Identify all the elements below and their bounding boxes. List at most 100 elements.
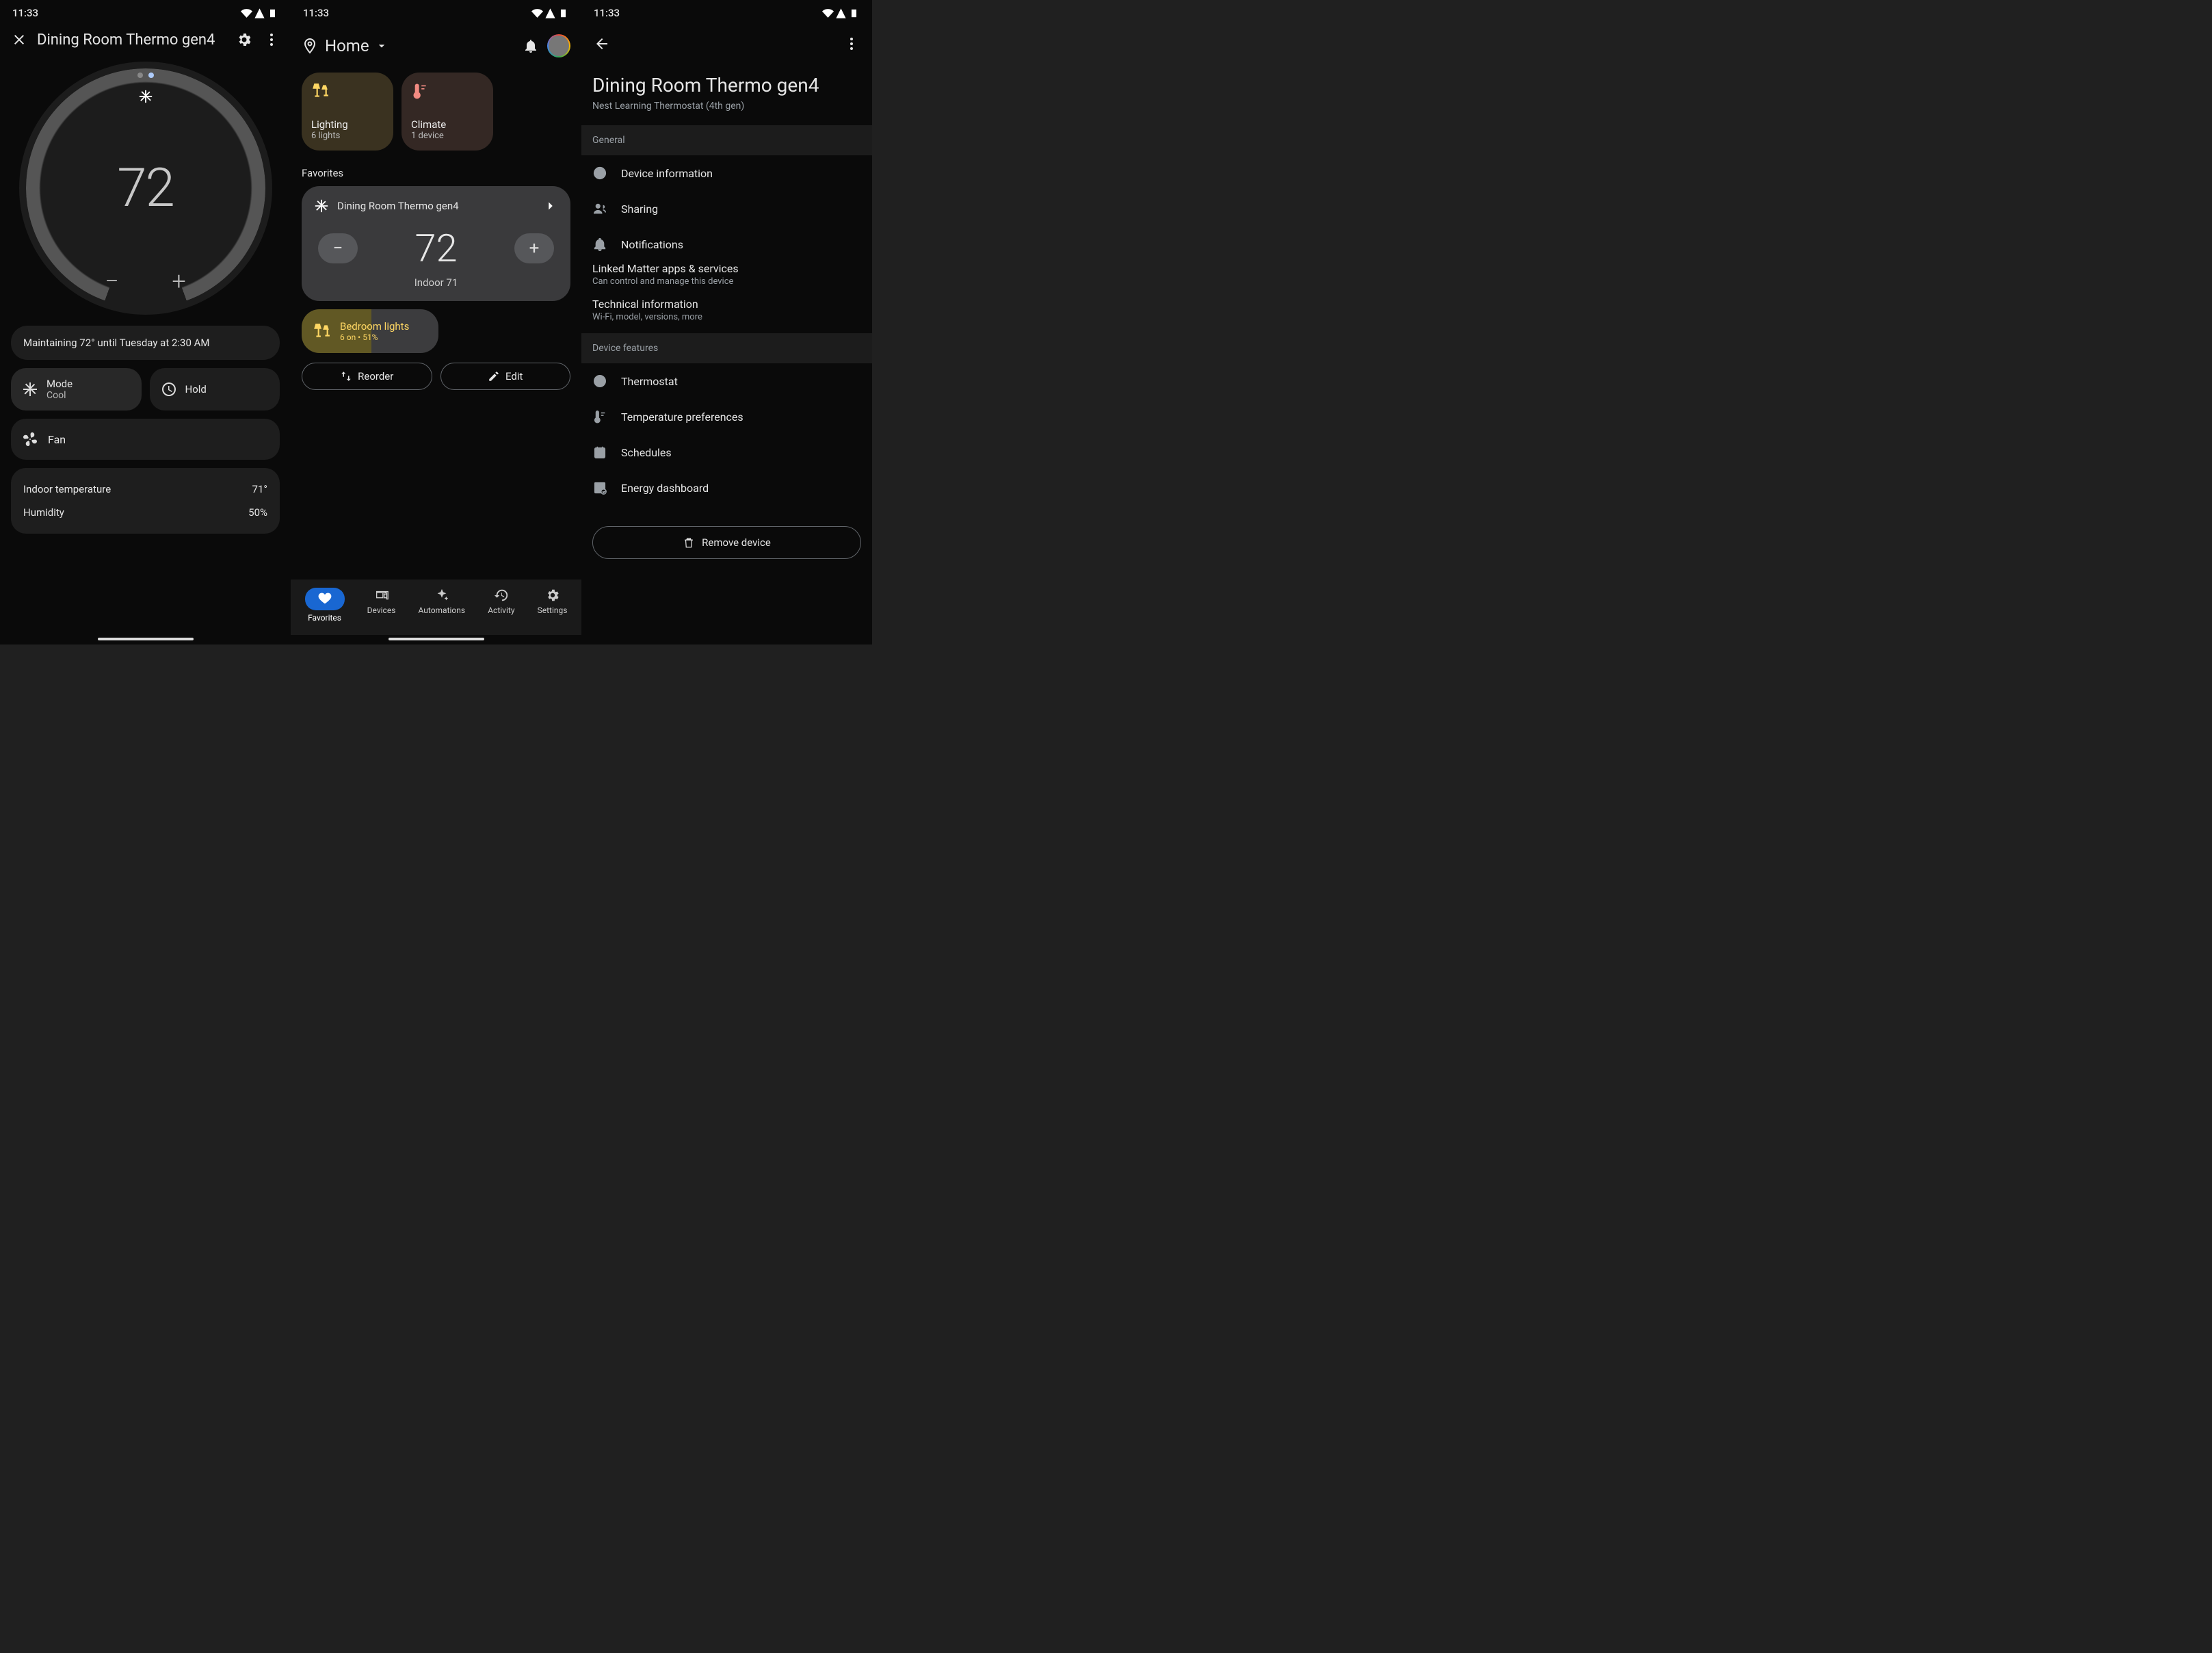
item-sublabel: Can control and manage this device [592,276,861,287]
calendar-icon [592,445,607,460]
target-temp: 72 [19,62,272,315]
thermostat-favorite-card[interactable]: Dining Room Thermo gen4 − 72 + Indoor 71 [302,186,570,301]
item-label: Notifications [621,238,683,251]
avatar[interactable] [547,34,570,57]
lighting-tile[interactable]: Lighting 6 lights [302,73,393,151]
stats-card: Indoor temperature 71° Humidity 50% [11,468,280,534]
header: Home [291,23,581,57]
thermo-name: Dining Room Thermo gen4 [337,200,459,212]
status-bar: 11:33 [291,0,581,23]
mode-label: Mode [47,378,73,390]
thermostat-dial[interactable]: 72 − + [19,62,272,315]
chart-icon [592,480,607,495]
chevron-right-icon [543,198,558,213]
snowflake-icon [22,381,38,398]
climate-sub: 1 device [411,131,484,141]
temp-down-button[interactable]: − [318,233,358,263]
item-thermostat[interactable]: 70 Thermostat [581,363,872,399]
tab-label: Favorites [308,613,341,623]
humidity-label: Humidity [23,506,64,519]
tab-label: Activity [488,606,514,615]
item-label: Thermostat [621,375,678,388]
status-icons [241,8,278,19]
gear-icon [545,588,560,603]
mode-card[interactable]: Mode Cool [11,368,142,411]
tab-automations[interactable]: Automations [419,588,466,623]
pencil-icon [488,370,500,382]
more-icon[interactable] [262,30,281,49]
remove-label: Remove device [702,536,771,549]
tab-favorites[interactable]: Favorites [305,588,345,623]
item-sublabel: Wi-Fi, model, versions, more [592,312,861,322]
tab-label: Automations [419,606,466,615]
page-title: Dining Room Thermo gen4 [37,31,226,49]
status-time: 11:33 [594,7,620,19]
page-title: Dining Room Thermo gen4 [592,74,861,96]
item-temp-preferences[interactable]: Temperature preferences [581,399,872,434]
trash-icon [683,536,695,549]
history-icon [494,588,509,603]
status-bar: 11:33 [0,0,291,23]
status-icons [822,8,860,19]
settings-icon[interactable] [235,30,254,49]
status-bar: 11:33 [581,0,872,23]
chevron-down-icon [375,39,389,53]
home-selector[interactable]: Home [325,36,514,55]
item-technical[interactable]: Technical information Wi-Fi, model, vers… [581,298,872,333]
status-time: 11:33 [303,7,329,19]
indoor-temp-label: Indoor temperature [23,483,111,495]
indoor-temp: Indoor 71 [314,276,558,289]
item-notifications[interactable]: Notifications [581,226,872,262]
nav-pill [98,638,194,640]
notifications-icon[interactable] [521,36,540,55]
item-label: Sharing [621,203,658,216]
snowflake-icon [314,198,329,213]
thermostat-icon: 70 [592,374,607,389]
home-screen: 11:33 Home Lighting 6 lights Climate [291,0,581,645]
climate-tile[interactable]: Climate 1 device [401,73,493,151]
temp-down-button[interactable]: − [105,267,119,296]
temp-up-button[interactable]: + [172,267,185,296]
item-energy[interactable]: Energy dashboard [581,470,872,506]
more-icon[interactable] [842,34,861,53]
tab-settings[interactable]: Settings [538,588,568,623]
section-features: Device features [581,333,872,363]
tab-activity[interactable]: Activity [488,588,514,623]
section-general: General [581,125,872,155]
remove-device-button[interactable]: Remove device [592,526,861,559]
item-label: Schedules [621,446,672,459]
lamp-icon [311,82,329,100]
lights-sub: 6 on • 51% [340,333,409,342]
tab-label: Settings [538,606,568,615]
edit-button[interactable]: Edit [440,363,571,390]
climate-label: Climate [411,118,484,131]
item-schedules[interactable]: Schedules [581,434,872,470]
status-message: Maintaining 72° until Tuesday at 2:30 AM [11,326,280,360]
tab-label: Devices [367,606,396,615]
lighting-label: Lighting [311,118,384,131]
heart-icon [317,590,332,606]
back-icon[interactable] [592,34,611,53]
close-icon[interactable] [10,30,29,49]
item-sharing[interactable]: Sharing [581,191,872,226]
humidity-value: 50% [248,506,267,519]
reorder-button[interactable]: Reorder [302,363,432,390]
thermometer-icon [592,409,607,424]
fan-icon [22,431,38,447]
reorder-icon [340,370,352,382]
item-device-information[interactable]: Device information [581,155,872,191]
sparkle-icon [434,588,449,603]
tab-devices[interactable]: Devices [367,588,396,623]
bedroom-lights-card[interactable]: Bedroom lights 6 on • 51% [302,309,438,353]
thermostat-detail-screen: 11:33 Dining Room Thermo gen4 72 − + Mai… [0,0,291,645]
device-settings-screen: 11:33 Dining Room Thermo gen4 Nest Learn… [581,0,872,645]
svg-text:70: 70 [597,378,603,385]
lights-label: Bedroom lights [340,320,409,333]
hold-card[interactable]: Hold [150,368,280,411]
thermometer-icon [411,82,429,100]
item-matter[interactable]: Linked Matter apps & services Can contro… [581,262,872,298]
temp-up-button[interactable]: + [514,233,554,263]
people-icon [592,201,607,216]
fan-card[interactable]: Fan [11,419,280,460]
item-label: Temperature preferences [621,411,743,424]
